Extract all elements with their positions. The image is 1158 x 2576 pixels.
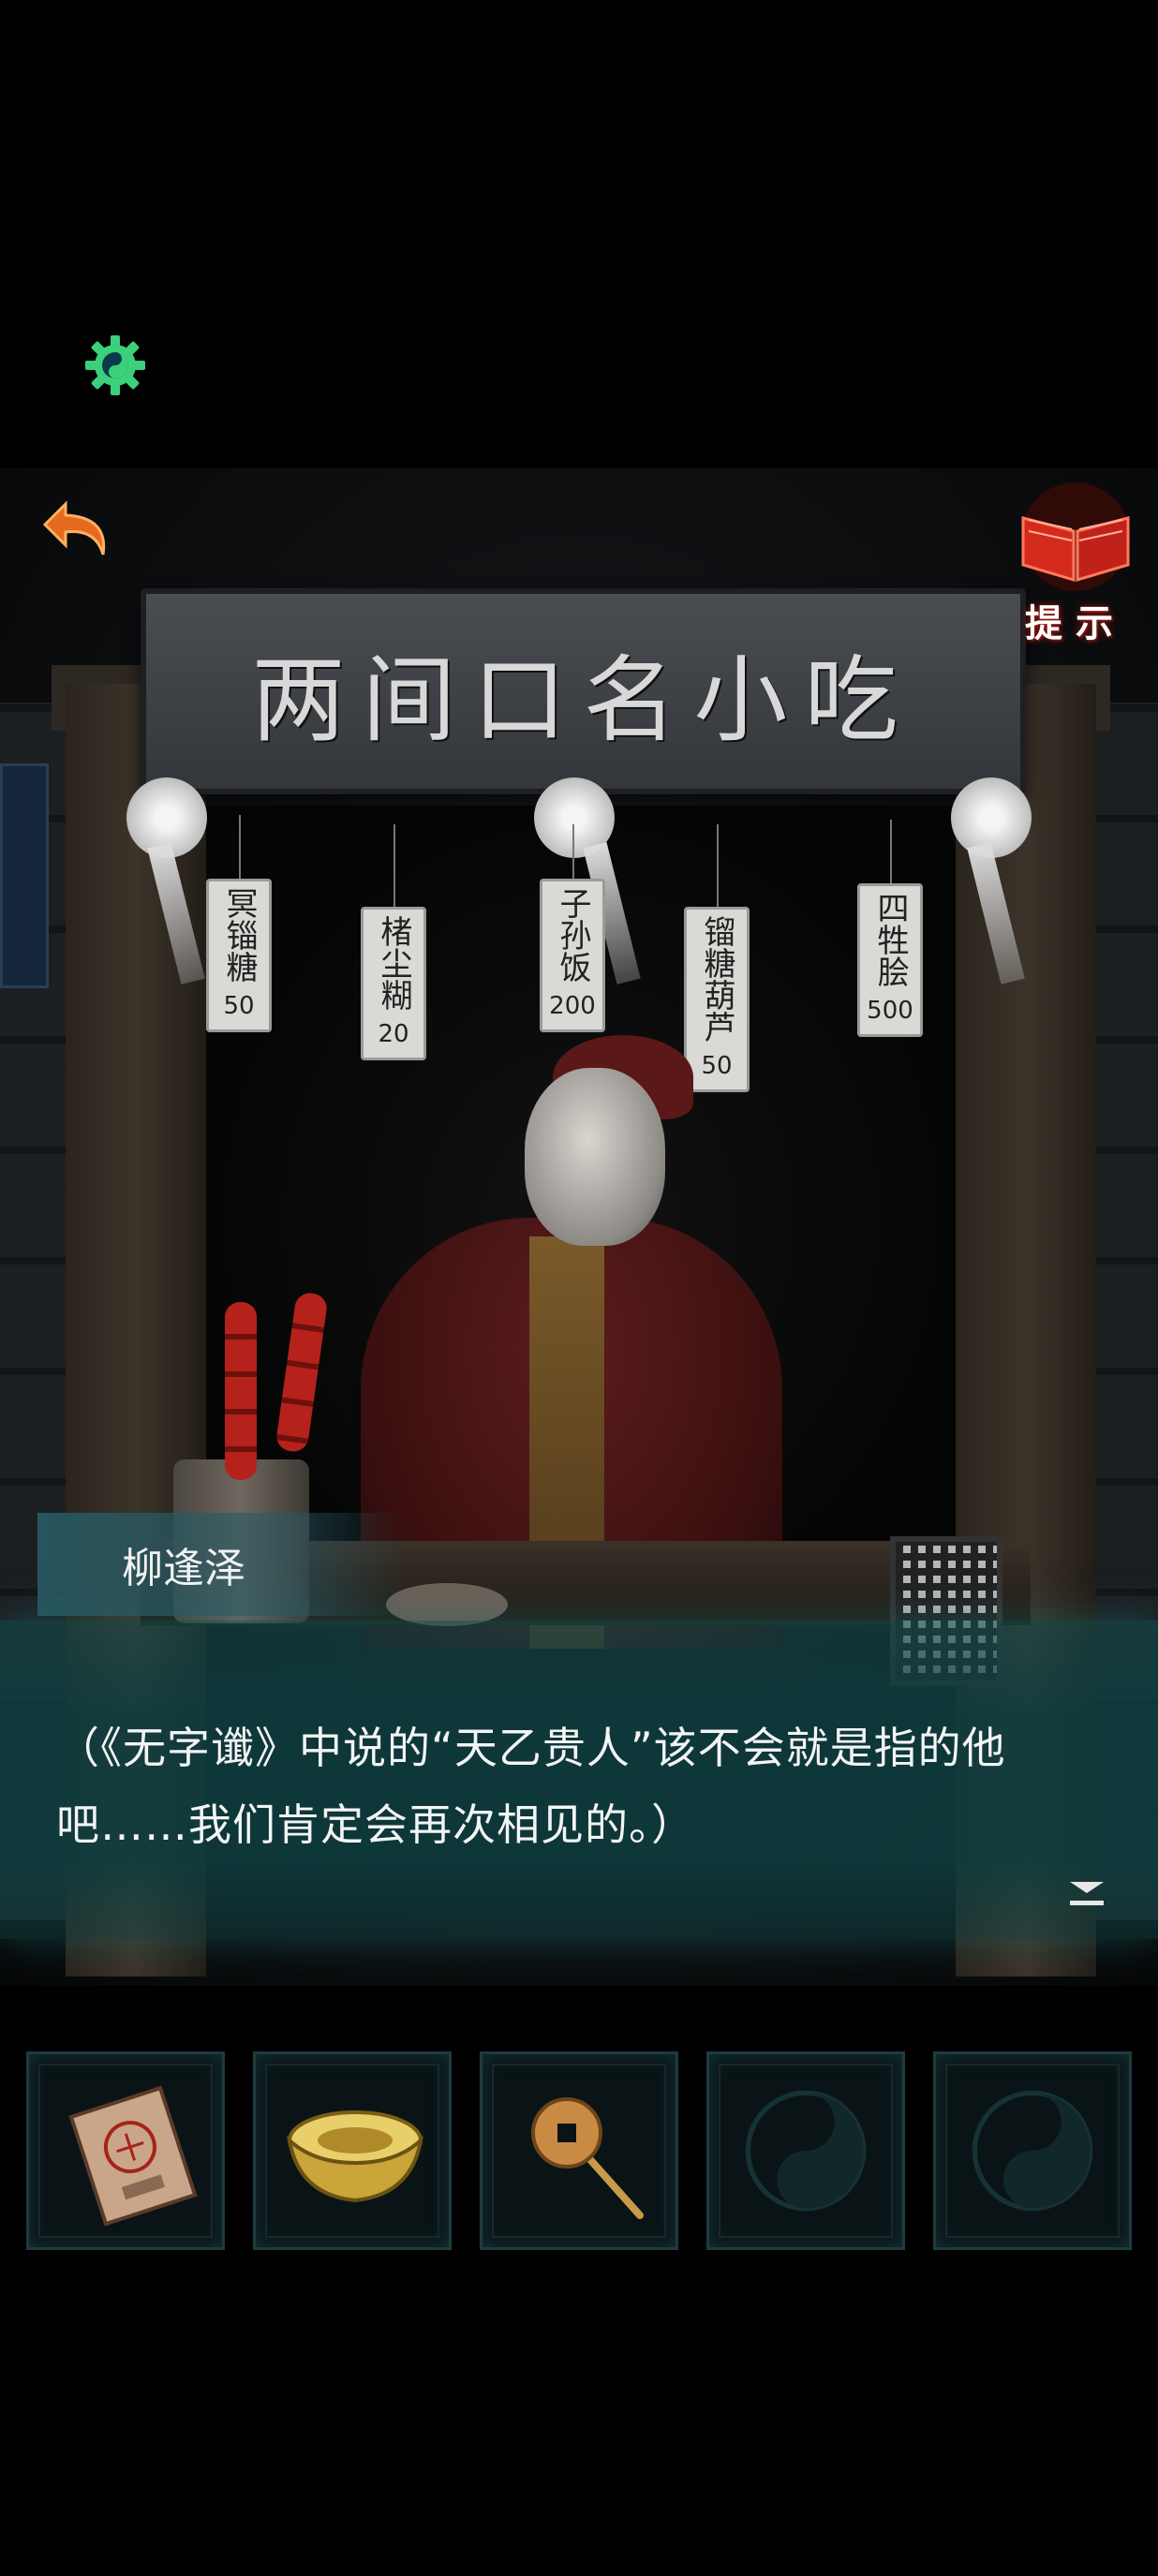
menu-tag-price: 20 bbox=[378, 1020, 409, 1048]
candied-haw-stick[interactable] bbox=[225, 1302, 257, 1480]
menu-tag-price: 200 bbox=[549, 992, 596, 1020]
menu-tag-name: 四牲脍 bbox=[871, 892, 909, 987]
vendor-head[interactable] bbox=[525, 1068, 665, 1246]
back-arrow-icon bbox=[42, 500, 106, 555]
menu-tag-name: 冥锱糖 bbox=[220, 887, 258, 983]
shop-signboard[interactable]: 两间口名小吃 bbox=[141, 588, 1026, 794]
menu-tag-4[interactable]: 镏糖葫芦 50 bbox=[684, 907, 750, 1092]
inventory-bar bbox=[0, 2051, 1158, 2267]
hint-label: 提示 bbox=[1025, 602, 1126, 645]
dialogue-text: （《无字谶》中说的“天乙贵人”该不会就是指的他吧……我们肯定会再次相见的。） bbox=[56, 1723, 1006, 1850]
blue-wall-sign bbox=[0, 763, 49, 988]
talisman-book-icon bbox=[68, 2085, 198, 2227]
gear-yinyang-icon bbox=[85, 335, 145, 395]
inventory-slot-3[interactable] bbox=[480, 2051, 678, 2250]
double-chevron-down-icon bbox=[1070, 1882, 1104, 1905]
menu-tag-price: 500 bbox=[867, 997, 913, 1025]
yinyang-emblem-icon bbox=[745, 2090, 867, 2212]
tag-string bbox=[890, 820, 892, 885]
tag-string bbox=[393, 824, 395, 909]
gold-ingot-icon bbox=[287, 2110, 423, 2203]
tag-string bbox=[572, 824, 574, 881]
menu-tag-3[interactable]: 子孙饭 200 bbox=[540, 879, 605, 1032]
tag-string bbox=[239, 815, 241, 881]
inventory-slot-5[interactable] bbox=[933, 2051, 1132, 2250]
menu-tag-2[interactable]: 楮尘糊 20 bbox=[361, 907, 426, 1060]
advance-dialogue-button[interactable] bbox=[1066, 1878, 1107, 1910]
copper-coin-stick-icon bbox=[531, 2097, 644, 2219]
inventory-slot-2[interactable] bbox=[253, 2051, 452, 2250]
menu-tag-price: 50 bbox=[701, 1052, 733, 1080]
signboard-text: 两间口名小吃 bbox=[251, 644, 915, 755]
menu-tag-1[interactable]: 冥锱糖 50 bbox=[206, 879, 272, 1032]
yinyang-emblem-icon bbox=[972, 2090, 1093, 2212]
inventory-slot-4[interactable] bbox=[706, 2051, 905, 2250]
settings-button[interactable] bbox=[82, 333, 148, 398]
menu-tag-name: 楮尘糊 bbox=[375, 915, 412, 1011]
tag-string bbox=[717, 824, 719, 909]
inventory-slot-1[interactable] bbox=[26, 2051, 225, 2250]
back-button[interactable] bbox=[37, 487, 122, 571]
hint-button[interactable]: 提示 bbox=[1010, 482, 1141, 645]
menu-tag-price: 50 bbox=[223, 992, 255, 1020]
menu-tag-name: 子孙饭 bbox=[554, 887, 591, 983]
speaker-name: 柳逢泽 bbox=[122, 1545, 245, 1592]
menu-tag-5[interactable]: 四牲脍 500 bbox=[857, 883, 923, 1037]
menu-tag-name: 镏糖葫芦 bbox=[698, 915, 735, 1043]
open-book-icon bbox=[1021, 482, 1130, 591]
